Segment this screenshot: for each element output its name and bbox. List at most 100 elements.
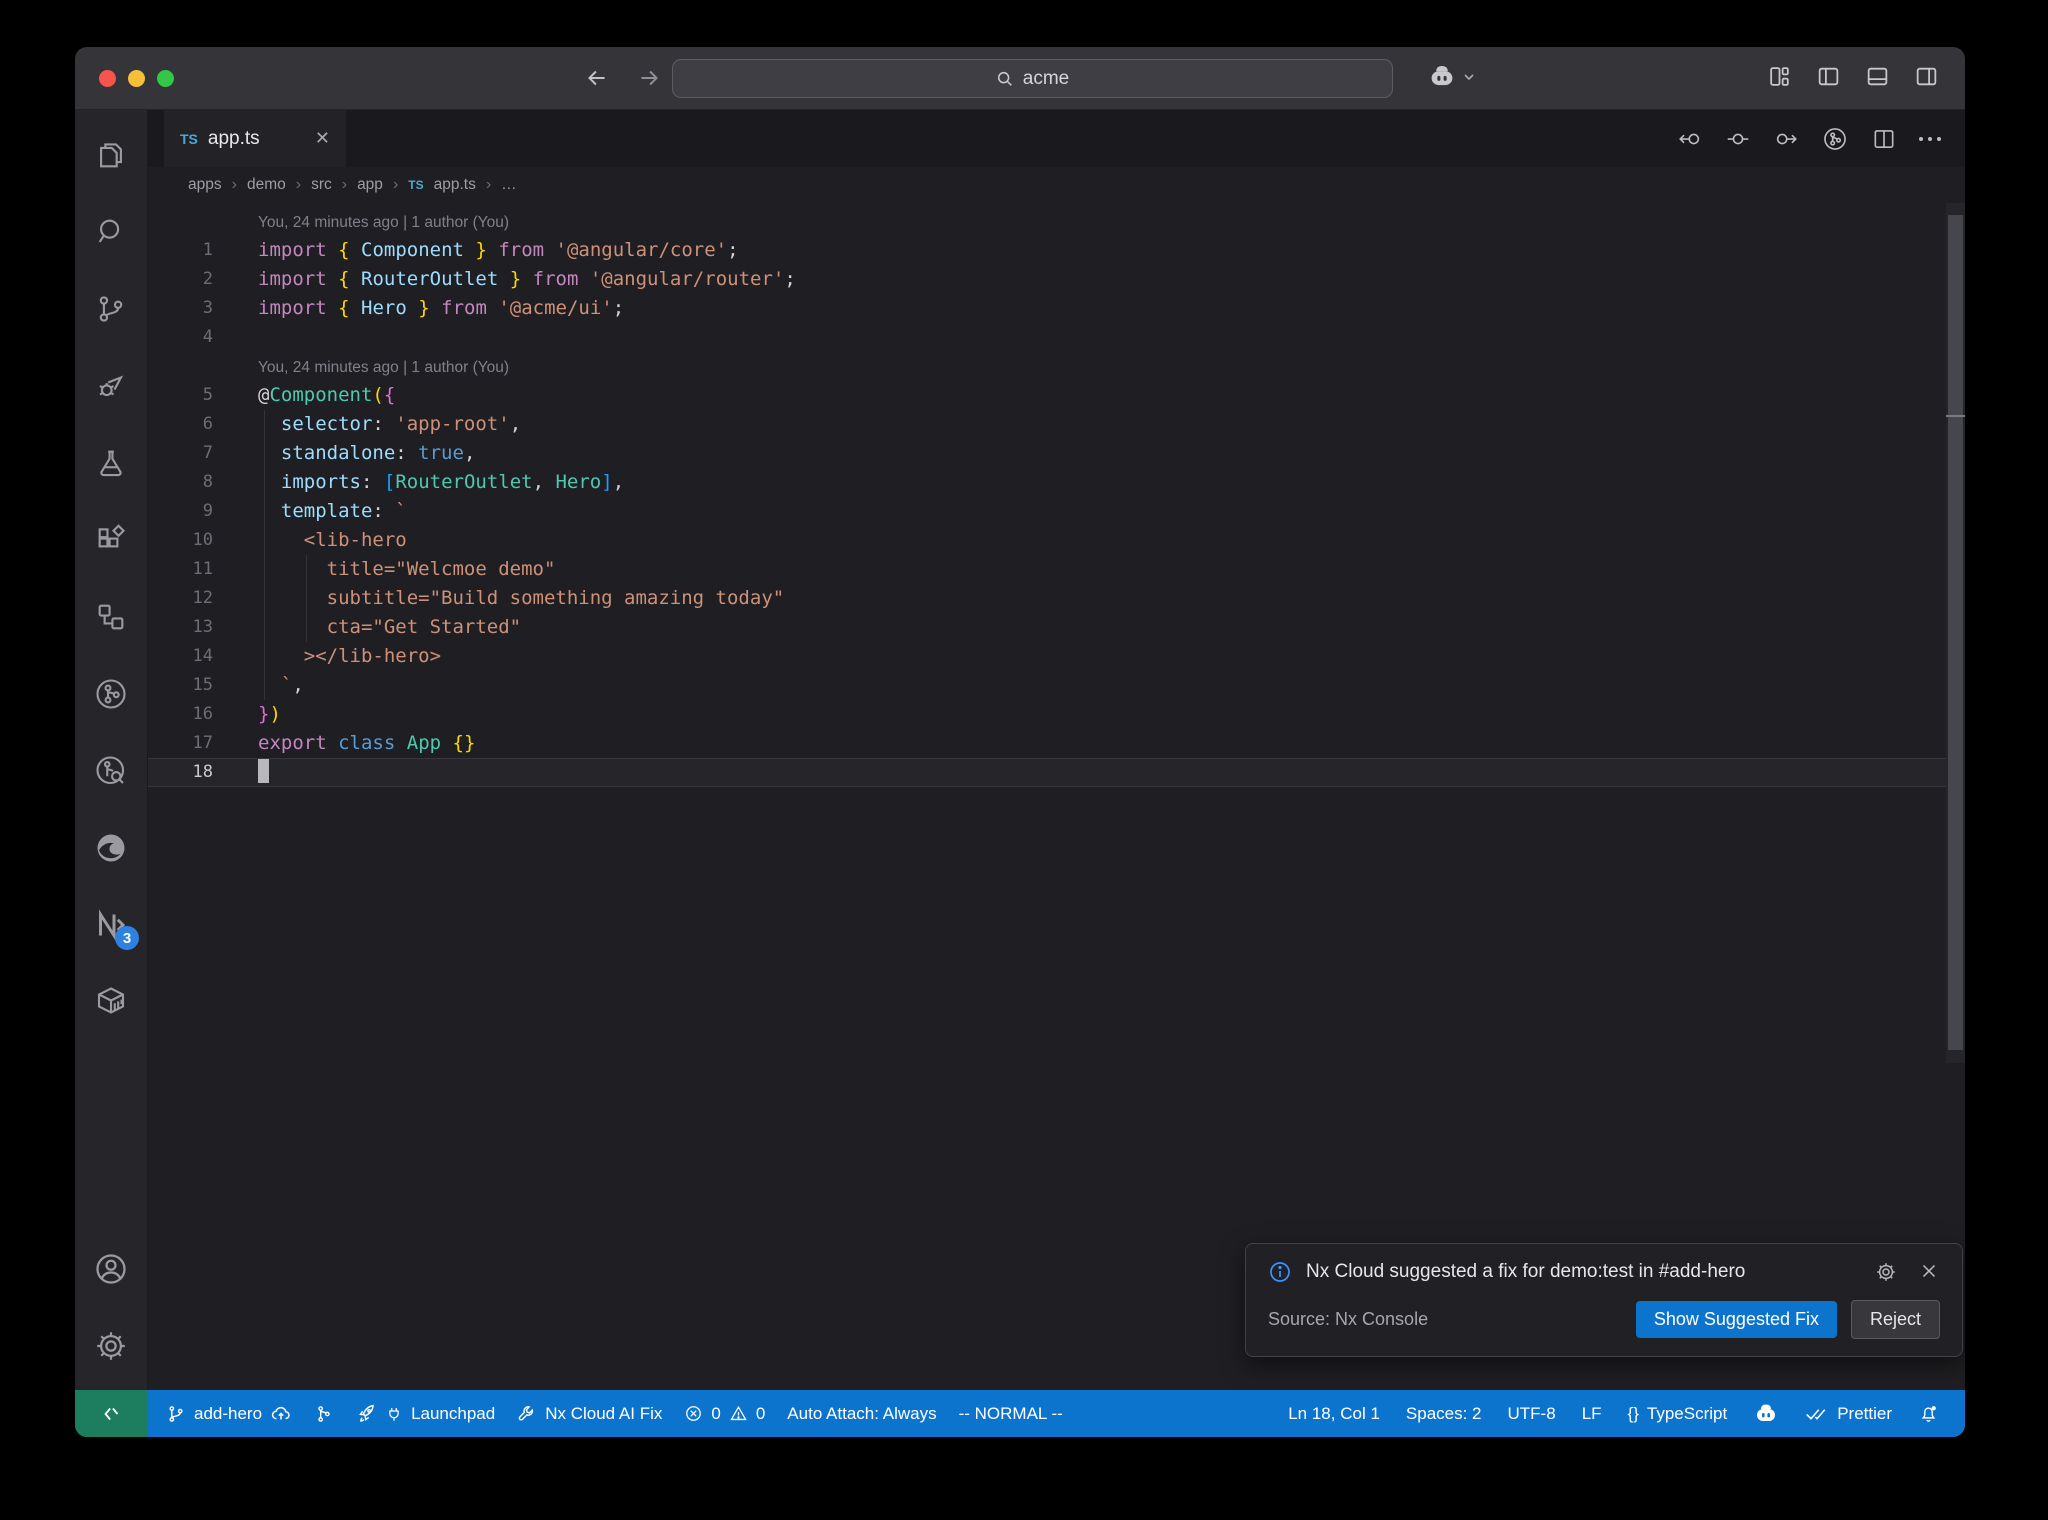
open-changes-icon[interactable] (1725, 126, 1751, 152)
close-window-button[interactable] (99, 70, 116, 87)
line-number: 18 (192, 762, 213, 782)
gitlens-icon[interactable] (81, 661, 141, 727)
code-line[interactable]: 4 (148, 323, 1965, 352)
code-line[interactable]: 8 imports: [RouterOutlet, Hero], (148, 468, 1965, 497)
code-line[interactable]: 12 subtitle="Build something amazing tod… (148, 584, 1965, 613)
edge-browser-icon[interactable] (81, 815, 141, 881)
copilot-menu-button[interactable] (1427, 62, 1476, 92)
testing-icon[interactable] (81, 430, 141, 496)
customize-layout-button[interactable] (1767, 64, 1792, 89)
breadcrumb-item[interactable]: demo (247, 176, 286, 194)
containers-icon[interactable] (81, 969, 141, 1035)
breadcrumb[interactable]: apps › demo › src › app › TS app.ts ›… (148, 167, 1965, 203)
title-bar: acme (75, 47, 1965, 110)
vim-mode-status[interactable]: -- NORMAL -- (959, 1404, 1063, 1424)
typescript-file-icon[interactable]: TS (408, 178, 423, 192)
language-mode-status[interactable]: {} TypeScript (1628, 1404, 1728, 1424)
plug-icon (389, 1407, 399, 1421)
editor-scrollbar[interactable] (1946, 203, 1965, 1063)
explorer-icon[interactable] (81, 122, 141, 188)
problems-status[interactable]: 0 0 (684, 1404, 765, 1424)
tab-close-icon[interactable]: ✕ (315, 128, 330, 149)
line-number: 4 (202, 327, 213, 347)
code-line[interactable]: 7 standalone: true, (148, 439, 1965, 468)
chevron-down-icon (1462, 70, 1476, 84)
line-number: 13 (192, 617, 213, 637)
code-line[interactable]: 3 import { Hero } from '@acme/ui'; (148, 294, 1965, 323)
code-line[interactable]: 1 import { Component } from '@angular/cor… (148, 236, 1965, 265)
code-line[interactable]: 16}) (148, 700, 1965, 729)
indentation-status[interactable]: Spaces: 2 (1406, 1404, 1482, 1424)
blame-annotation[interactable]: You, 24 minutes ago | 1 author (You) (258, 214, 509, 231)
breadcrumb-separator: › (295, 176, 302, 193)
minimize-window-button[interactable] (128, 70, 145, 87)
blame-lens-line[interactable]: You, 24 minutes ago | 1 author (You) (148, 207, 1965, 236)
blame-annotation[interactable]: You, 24 minutes ago | 1 author (You) (258, 359, 509, 376)
error-icon (686, 1406, 702, 1421)
reject-button[interactable]: Reject (1850, 1300, 1940, 1339)
double-check-icon (1806, 1408, 1826, 1420)
gitlens-graph-icon[interactable] (1821, 125, 1849, 153)
more-actions-icon[interactable] (1919, 136, 1941, 141)
previous-change-icon[interactable] (1677, 126, 1703, 152)
notifications-bell-icon[interactable] (1918, 1403, 1939, 1424)
breadcrumb-file[interactable]: app.ts (434, 176, 476, 194)
split-editor-icon[interactable] (1871, 126, 1897, 152)
run-debug-icon[interactable] (81, 353, 141, 419)
breadcrumb-symbol-more[interactable]: … (501, 176, 517, 194)
scrollbar-thumb[interactable] (1948, 215, 1963, 1050)
line-number: 1 (202, 240, 213, 260)
editor-group: TS app.ts ✕ apps › demo › src › app › TS… (148, 110, 1965, 1390)
extensions-icon[interactable] (81, 507, 141, 573)
copilot-status-icon[interactable] (1753, 1401, 1779, 1427)
code-line[interactable]: 10 <lib-hero (148, 526, 1965, 555)
code-line[interactable]: 18 (148, 758, 1965, 787)
code-line[interactable]: 5 @Component({ (148, 381, 1965, 410)
code-line[interactable]: 17 export class App {} (148, 729, 1965, 758)
encoding-status[interactable]: UTF-8 (1508, 1404, 1556, 1424)
code-line[interactable]: 13 cta="Get Started" (148, 613, 1965, 642)
toggle-secondary-sidebar-button[interactable] (1914, 64, 1939, 89)
eol-status[interactable]: LF (1582, 1404, 1602, 1424)
breadcrumb-item[interactable]: apps (188, 176, 222, 194)
code-line[interactable]: 14 ></lib-hero> (148, 642, 1965, 671)
code-editor[interactable]: You, 24 minutes ago | 1 author (You) 1 imp… (148, 203, 1965, 1390)
navigate-back-button[interactable] (580, 61, 614, 95)
line-number: 7 (202, 443, 213, 463)
breadcrumb-item[interactable]: app (357, 176, 383, 194)
code-line[interactable]: 15 `, (148, 671, 1965, 700)
tab-app-ts[interactable]: TS app.ts ✕ (164, 110, 346, 167)
code-line[interactable]: 2 import { RouterOutlet } from '@angular/… (148, 265, 1965, 294)
command-center-search[interactable]: acme (672, 59, 1393, 98)
accounts-icon[interactable] (81, 1236, 141, 1302)
line-number: 11 (192, 559, 213, 579)
prettier-status[interactable]: Prettier (1805, 1404, 1892, 1424)
nx-console-icon[interactable]: 3 (81, 892, 141, 958)
settings-gear-icon[interactable] (81, 1313, 141, 1379)
auto-attach-status[interactable]: Auto Attach: Always (787, 1404, 936, 1424)
launchpad-status[interactable]: Launchpad (356, 1403, 495, 1424)
toggle-primary-sidebar-button[interactable] (1816, 64, 1841, 89)
navigate-forward-button[interactable] (632, 61, 666, 95)
activity-bar-spacer (81, 1046, 141, 1236)
toggle-panel-button[interactable] (1865, 64, 1890, 89)
blame-lens-line[interactable]: You, 24 minutes ago | 1 author (You) (148, 352, 1965, 381)
notification-close-icon[interactable] (1918, 1260, 1940, 1284)
gitlens-inspect-icon[interactable] (81, 738, 141, 804)
next-change-icon[interactable] (1773, 126, 1799, 152)
show-suggested-fix-button[interactable]: Show Suggested Fix (1635, 1301, 1837, 1338)
code-line[interactable]: 6 selector: 'app-root', (148, 410, 1965, 439)
zoom-window-button[interactable] (157, 70, 174, 87)
remote-indicator[interactable] (75, 1390, 148, 1437)
notification-settings-icon[interactable] (1874, 1260, 1898, 1284)
git-branch-status[interactable]: add-hero (166, 1403, 292, 1425)
code-line[interactable]: 11 title="Welcmoe demo" (148, 555, 1965, 584)
commit-graph-status[interactable] (314, 1404, 334, 1424)
breadcrumb-item[interactable]: src (311, 176, 332, 194)
code-line[interactable]: 9 template: ` (148, 497, 1965, 526)
cursor-position-status[interactable]: Ln 18, Col 1 (1288, 1404, 1380, 1424)
source-control-icon[interactable] (81, 276, 141, 342)
nx-cloud-fix-status[interactable]: Nx Cloud AI Fix (517, 1404, 662, 1424)
project-graph-icon[interactable] (81, 584, 141, 650)
search-sidebar-icon[interactable] (81, 199, 141, 265)
